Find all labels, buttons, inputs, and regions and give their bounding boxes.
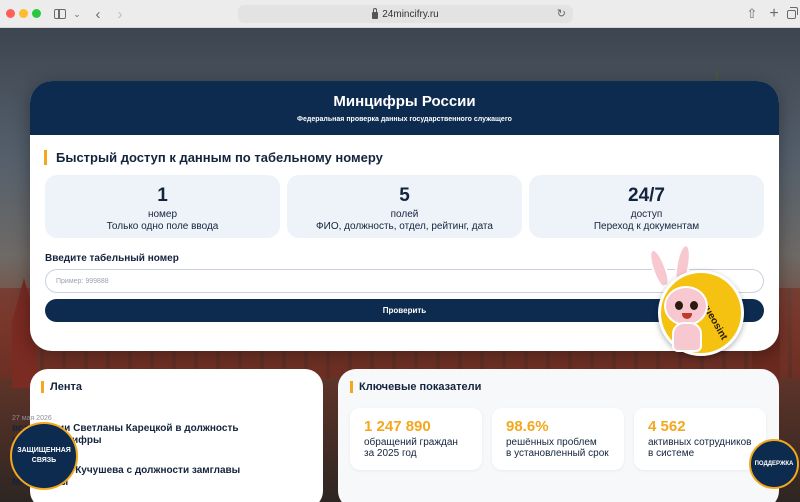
- check-button[interactable]: Проверить: [45, 299, 764, 322]
- stat-value: 24/7: [628, 185, 665, 206]
- chevron-down-icon[interactable]: ⌄: [72, 4, 82, 24]
- card-header: Минцифры России Федеральная проверка дан…: [30, 81, 779, 135]
- bunny-mouth: [682, 313, 692, 319]
- stat-description: Только одно поле ввода: [106, 221, 219, 232]
- tabs-overview-icon[interactable]: [785, 4, 798, 24]
- page-title: Минцифры России: [333, 93, 476, 110]
- stat-value: 1: [157, 185, 168, 206]
- stat-card: 24/7 доступ Переход к документам: [529, 175, 764, 238]
- minimize-window-button[interactable]: [19, 9, 28, 18]
- lock-icon: [372, 7, 379, 19]
- browser-toolbar: ⌄ ‹ › 24mincifry.ru ↻ ⇧ +: [0, 0, 800, 28]
- address-bar-url: 24mincifry.ru: [382, 8, 439, 20]
- sticker-bunny-face: [664, 286, 708, 326]
- forward-icon[interactable]: ›: [114, 4, 126, 24]
- bunny-eye: [690, 301, 698, 310]
- kpi-label-line: обращений граждан: [364, 437, 458, 448]
- kpi-value: 98.6%: [506, 418, 549, 435]
- kpi-label-line: за 2025 год: [364, 448, 417, 459]
- kpi-tile: 1 247 890 обращений граждан за 2025 год: [350, 408, 482, 470]
- stat-description: ФИО, должность, отдел, рейтинг, дата: [316, 221, 493, 232]
- close-window-button[interactable]: [6, 9, 15, 18]
- feed-date: 27 мая 2026: [12, 415, 52, 422]
- kpi-title: Ключевые показатели: [350, 381, 481, 393]
- share-icon[interactable]: ⇧: [746, 4, 758, 24]
- kpi-tile: 98.6% решённых проблем в установленный с…: [492, 408, 624, 470]
- kpi-value: 1 247 890: [364, 418, 431, 435]
- address-bar[interactable]: 24mincifry.ru ↻: [238, 5, 573, 23]
- secure-badge-line: ЗАЩИЩЕННАЯ: [17, 447, 71, 454]
- stat-unit: полей: [390, 209, 419, 220]
- secure-badge-line: СВЯЗЬ: [31, 457, 57, 464]
- reload-icon[interactable]: ↻: [557, 7, 566, 20]
- feed-title: Лента: [41, 381, 82, 393]
- kpi-value: 4 562: [648, 418, 686, 435]
- kpi-label: активных сотрудников в системе: [648, 437, 751, 459]
- kpi-label: обращений граждан за 2025 год: [364, 437, 458, 459]
- employee-id-label: Введите табельный номер: [45, 253, 179, 264]
- kpi-label-line: в установленный срок: [506, 448, 609, 459]
- kpi-label-line: в системе: [648, 448, 695, 459]
- quick-access-title: Быстрый доступ к данным по табельному но…: [44, 150, 383, 165]
- stat-description: Переход к документам: [593, 221, 700, 232]
- new-tab-icon[interactable]: +: [768, 4, 780, 24]
- sidebar-icon[interactable]: [53, 4, 67, 24]
- stat-unit: номер: [147, 209, 178, 220]
- kpi-tile: 4 562 активных сотрудников в системе: [634, 408, 766, 470]
- zoom-window-button[interactable]: [32, 9, 41, 18]
- back-icon[interactable]: ‹: [92, 4, 104, 24]
- stat-card: 5 полей ФИО, должность, отдел, рейтинг, …: [287, 175, 522, 238]
- stat-unit: доступ: [630, 209, 663, 220]
- stat-card: 1 номер Только одно поле ввода: [45, 175, 280, 238]
- bunny-eye: [675, 301, 683, 310]
- stat-value: 5: [399, 185, 410, 206]
- kpi-label: решённых проблем в установленный срок: [506, 437, 609, 459]
- kpi-label-line: решённых проблем: [506, 437, 597, 448]
- secure-connection-badge[interactable]: ЗАЩИЩЕННАЯ СВЯЗЬ: [10, 422, 78, 490]
- support-button[interactable]: ПОДДЕРЖКА: [749, 439, 799, 489]
- sticker-bunny-body: [672, 322, 702, 352]
- page-subtitle: Федеральная проверка данных государствен…: [297, 116, 512, 123]
- kpi-label-line: активных сотрудников: [648, 437, 752, 448]
